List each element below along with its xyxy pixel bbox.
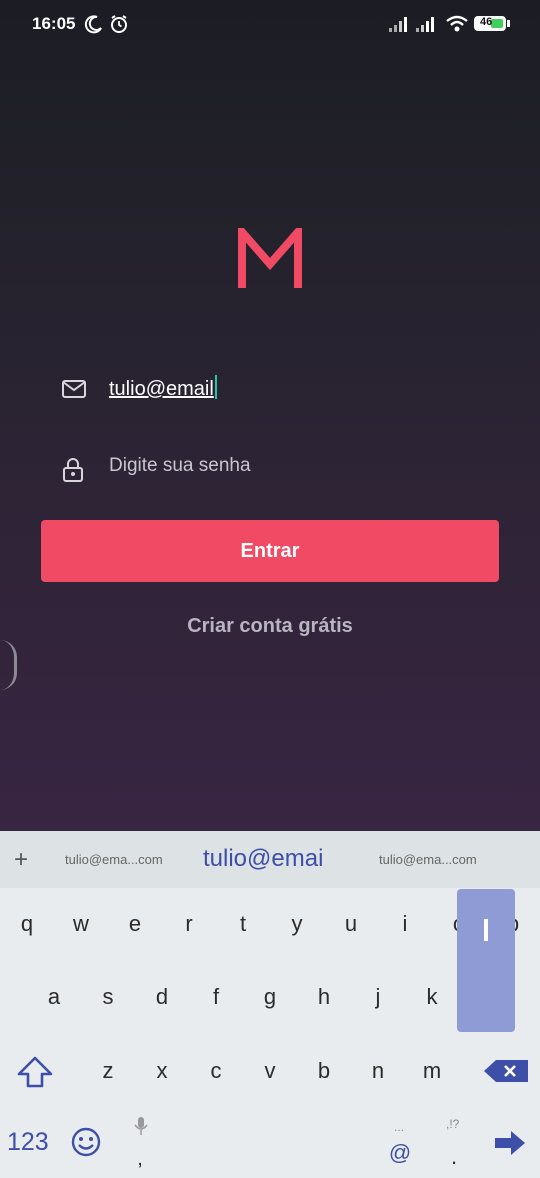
app-screen: 16:05 46 tulio@email Digite sua senha En… (0, 0, 540, 831)
punctuation-hint: ,!? (446, 1117, 460, 1131)
arrow-right-icon[interactable] (493, 1129, 527, 1157)
status-time: 16:05 (32, 14, 76, 33)
plus-icon[interactable]: + (14, 846, 28, 874)
signal-icon (416, 17, 434, 32)
battery-icon: 46 (474, 16, 506, 31)
mail-icon (62, 380, 86, 398)
key-comma[interactable]: , (120, 1148, 160, 1171)
key-c[interactable]: c (196, 1058, 236, 1084)
key-g[interactable]: g (250, 984, 290, 1010)
key-u[interactable]: u (331, 911, 371, 937)
key-x[interactable]: x (142, 1058, 182, 1084)
app-logo (238, 228, 302, 288)
suggestion-bar: + tulio@ema...com tulio@emai tulio@ema..… (0, 831, 540, 888)
key-period[interactable]: . (434, 1144, 474, 1170)
key-f[interactable]: f (196, 984, 236, 1010)
key-n[interactable]: n (358, 1058, 398, 1084)
battery-level: 46 (480, 16, 493, 28)
suggestion-left[interactable]: tulio@ema...com (65, 852, 163, 867)
key-h[interactable]: h (304, 984, 344, 1010)
key-t[interactable]: t (223, 911, 263, 937)
shift-icon[interactable] (16, 1055, 54, 1089)
backspace-icon[interactable] (482, 1058, 530, 1084)
key-i[interactable]: i (385, 911, 425, 937)
email-field[interactable]: tulio@email (62, 372, 462, 412)
key-z[interactable]: z (88, 1058, 128, 1084)
key-k[interactable]: k (412, 984, 452, 1010)
login-button[interactable]: Entrar (41, 520, 499, 582)
text-cursor (214, 375, 217, 399)
password-field[interactable]: Digite sua senha (62, 450, 462, 490)
key-y[interactable]: y (277, 911, 317, 937)
key-v[interactable]: v (250, 1058, 290, 1084)
moon-icon (84, 15, 102, 34)
email-input[interactable]: tulio@email (109, 378, 214, 400)
ellipsis-hint: ... (394, 1120, 405, 1134)
key-m[interactable]: m (412, 1058, 452, 1084)
key-d[interactable]: d (142, 984, 182, 1010)
status-bar: 16:05 46 (0, 0, 540, 50)
key-a[interactable]: a (34, 984, 74, 1010)
key-at[interactable]: @ (380, 1140, 420, 1166)
key-b[interactable]: b (304, 1058, 344, 1084)
wifi-icon (446, 15, 468, 32)
key-preview-popup (457, 889, 515, 1032)
key-e[interactable]: e (115, 911, 155, 937)
create-account-link[interactable]: Criar conta grátis (0, 615, 540, 638)
suggestion-right[interactable]: tulio@ema...com (379, 852, 477, 867)
key-w[interactable]: w (61, 911, 101, 937)
key-q[interactable]: q (7, 911, 47, 937)
edge-handle[interactable] (0, 640, 17, 690)
key-s[interactable]: s (88, 984, 128, 1010)
password-input[interactable]: Digite sua senha (109, 455, 251, 477)
alarm-icon (111, 15, 127, 33)
numbers-mode-key[interactable]: 123 (7, 1128, 49, 1157)
key-j[interactable]: j (358, 984, 398, 1010)
microphone-icon[interactable] (134, 1116, 148, 1136)
signal-icon (389, 17, 407, 32)
suggestion-center[interactable]: tulio@emai (203, 845, 323, 873)
emoji-icon[interactable] (70, 1126, 102, 1158)
lock-icon (63, 458, 83, 482)
key-r[interactable]: r (169, 911, 209, 937)
